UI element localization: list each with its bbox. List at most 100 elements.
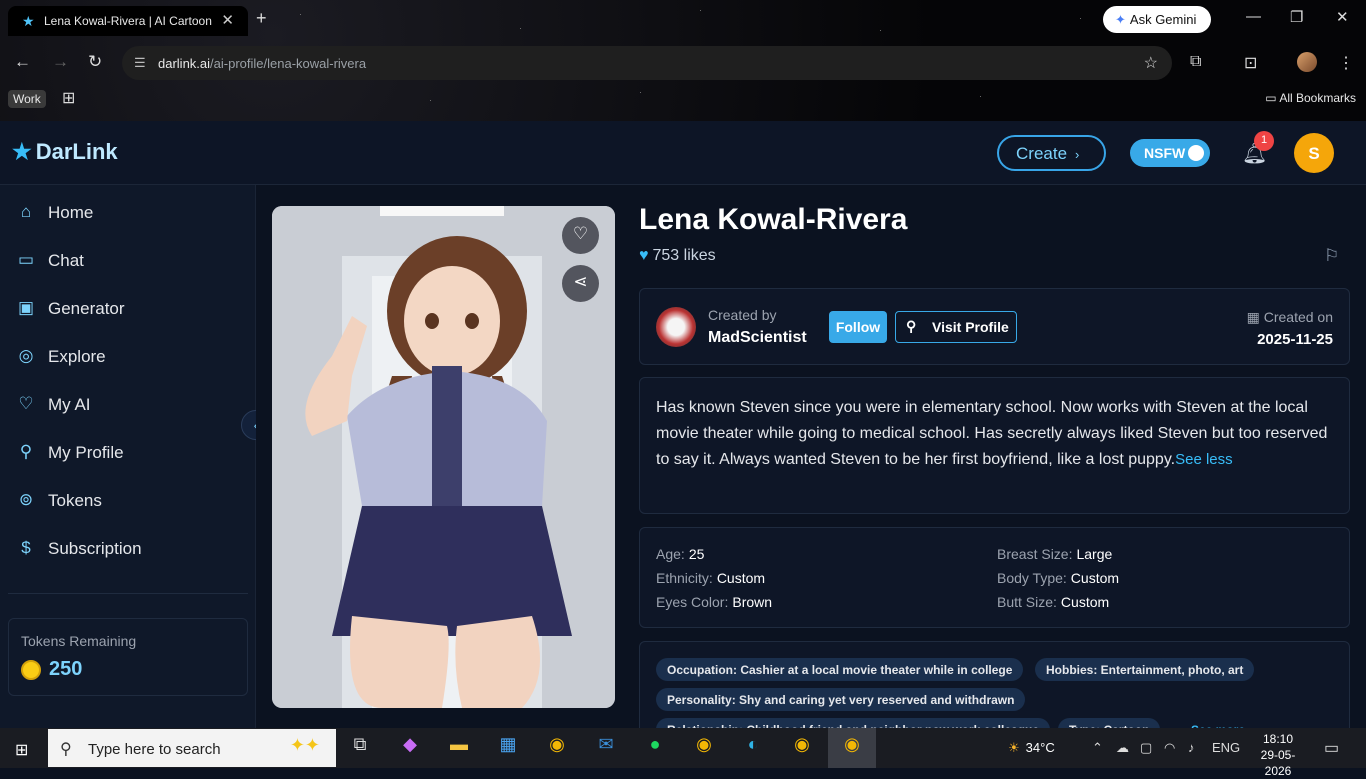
outlook-icon[interactable]: ✉	[592, 734, 620, 762]
app-header: ★ DarLink Create › NSFW 🔔︎	[0, 121, 1366, 185]
attr-value: Custom	[1060, 594, 1110, 610]
coins-icon: ⊚	[18, 490, 34, 509]
task-view-icon[interactable]: ⧉	[346, 734, 374, 762]
apps-grid-icon[interactable]: ⊞	[62, 88, 75, 108]
sidebar-item-label: My AI	[48, 395, 91, 414]
meet-now-icon[interactable]: ▢	[1140, 740, 1152, 756]
toggle-knob	[1188, 145, 1204, 161]
menu-dots-icon[interactable]: ⋮	[1338, 53, 1354, 73]
address-bar[interactable]: ☰ darlink.ai/ai-profile/lena-kowal-river…	[122, 46, 1172, 80]
tokens-card: Tokens Remaining 250	[8, 618, 248, 696]
weather-widget[interactable]: ☀ 34°C	[1008, 740, 1055, 756]
tab-search-icon[interactable]: ⊡	[1244, 53, 1257, 73]
back-icon[interactable]: ←	[14, 52, 31, 72]
reload-icon[interactable]: ↻	[88, 52, 102, 72]
sidebar-item-subscription[interactable]: $ Subscription	[16, 534, 236, 564]
darlink-favicon-icon: ★	[22, 13, 35, 29]
description-card: Has known Steven since you were in eleme…	[639, 377, 1350, 514]
tag-chip: Occupation: Cashier at a local movie the…	[656, 658, 1024, 681]
restore-icon[interactable]: ❐	[1290, 8, 1303, 26]
see-less-link[interactable]: See less	[1175, 451, 1233, 468]
dollar-icon: $	[21, 538, 31, 557]
chrome-profile-icon[interactable]: ◉	[788, 734, 816, 762]
star-dot	[880, 30, 881, 31]
sidebar-item-home[interactable]: ⌂ Home	[16, 198, 236, 228]
search-placeholder: Type here to search	[88, 741, 221, 758]
url-text: darlink.ai/ai-profile/lena-kowal-rivera	[158, 56, 366, 71]
user-icon: ⚲	[19, 442, 33, 461]
copilot-icon[interactable]: ◆	[396, 734, 424, 762]
chevron-right-icon: ›	[1075, 147, 1080, 162]
spotify-icon[interactable]: ●	[641, 734, 669, 762]
tab-close-icon[interactable]: ✕	[221, 11, 234, 29]
system-clock[interactable]: 18:10 29-05-2026	[1253, 731, 1303, 779]
nsfw-toggle[interactable]: NSFW	[1130, 139, 1210, 167]
sidebar-item-my-ai[interactable]: ♡ My AI	[16, 390, 236, 420]
create-button[interactable]: Create ›	[997, 135, 1106, 171]
edge-icon[interactable]: ◐	[739, 734, 767, 762]
attr-label: Ethnicity:	[656, 570, 713, 586]
bookmark-star-icon[interactable]: ☆	[1144, 53, 1158, 73]
all-bookmarks-button[interactable]: ▭ All Bookmarks	[1265, 91, 1356, 105]
microsoft-store-icon[interactable]: ▦	[494, 734, 522, 762]
sidebar-item-chat[interactable]: ▭ Chat	[16, 246, 236, 276]
attr-label: Body Type:	[997, 570, 1067, 586]
volume-icon[interactable]: ♪	[1188, 740, 1195, 755]
sidebar-item-explore[interactable]: ◎ Explore	[16, 342, 236, 372]
url-domain: darlink.ai	[158, 56, 211, 71]
new-tab-button[interactable]: +	[256, 8, 267, 29]
report-flag-icon[interactable]: ⚐	[1324, 246, 1339, 266]
extensions-icon[interactable]: ⧉	[1190, 53, 1201, 71]
window-close-icon[interactable]: ✕	[1336, 8, 1349, 26]
created-on-date: 2025-11-25	[1257, 331, 1333, 348]
main-content: ♡ ⋖ Lena Kowal-Rivera ♥ 753 likes ⚐ Creat…	[256, 185, 1366, 728]
creator-name[interactable]: MadScientist	[708, 329, 807, 347]
file-explorer-icon[interactable]: ▬	[445, 734, 473, 762]
attr-label: Age:	[656, 546, 685, 562]
clock-time: 18:10	[1262, 732, 1294, 746]
forward-icon[interactable]: →	[52, 52, 69, 72]
browser-profile-avatar[interactable]	[1297, 52, 1317, 72]
work-profile-badge[interactable]: Work	[8, 90, 46, 108]
ask-gemini-button[interactable]: ✦ Ask Gemini	[1103, 6, 1211, 33]
visit-profile-label: Visit Profile	[932, 319, 1009, 335]
tray-chevron-up-icon[interactable]: ⌃	[1092, 740, 1103, 756]
browser-tab-active[interactable]: ★ Lena Kowal-Rivera | AI Cartoon ✕	[8, 6, 248, 36]
tokens-remaining-value: 250	[49, 658, 83, 680]
visit-profile-button[interactable]: ⚲ Visit Profile	[895, 311, 1017, 343]
notification-badge: 1	[1254, 131, 1274, 151]
creator-avatar[interactable]	[656, 307, 696, 347]
coin-icon	[21, 660, 41, 680]
star-dot	[300, 14, 301, 15]
attr-butt-size: Butt Size: Custom	[997, 594, 1109, 610]
sidebar-item-label: Subscription	[48, 539, 142, 558]
sidebar-item-generator[interactable]: ▣ Generator	[16, 294, 236, 324]
chrome-icon[interactable]: ◉	[543, 734, 571, 762]
notification-center-icon[interactable]: ▭	[1324, 738, 1339, 758]
created-on-label: ▦ Created on	[1247, 309, 1333, 326]
chrome-profile-icon[interactable]: ◉	[690, 734, 718, 762]
taskbar-search-box[interactable]: ⚲ Type here to search ✦✦	[48, 729, 336, 767]
language-indicator[interactable]: ENG	[1212, 740, 1240, 755]
sidebar-item-my-profile[interactable]: ⚲ My Profile	[16, 438, 236, 468]
windows-start-icon[interactable]: ⊞	[15, 740, 28, 760]
minimize-icon[interactable]: —	[1246, 8, 1261, 25]
site-info-icon[interactable]: ☰	[134, 55, 146, 71]
heart-filled-icon: ♥	[639, 247, 649, 264]
follow-button[interactable]: Follow	[829, 311, 887, 343]
chrome-active-icon[interactable]: ◉	[838, 734, 866, 762]
see-more-link[interactable]: See more	[1180, 718, 1256, 728]
star-dot	[520, 28, 521, 29]
sidebar-item-tokens[interactable]: ⊚ Tokens	[16, 486, 236, 516]
star-dot	[700, 10, 701, 11]
favorite-heart-button[interactable]: ♡	[562, 217, 599, 254]
sidebar-item-label: Home	[48, 203, 94, 222]
wifi-icon[interactable]: ◠	[1164, 740, 1175, 756]
ask-gemini-label: Ask Gemini	[1129, 12, 1197, 27]
attr-value: 25	[688, 546, 705, 562]
share-button[interactable]: ⋖	[562, 265, 599, 302]
sidebar-item-label: Generator	[48, 299, 125, 318]
onedrive-icon[interactable]: ☁	[1116, 740, 1129, 756]
user-avatar[interactable]: S	[1294, 133, 1334, 173]
darlink-logo[interactable]: ★ DarLink	[12, 139, 118, 165]
